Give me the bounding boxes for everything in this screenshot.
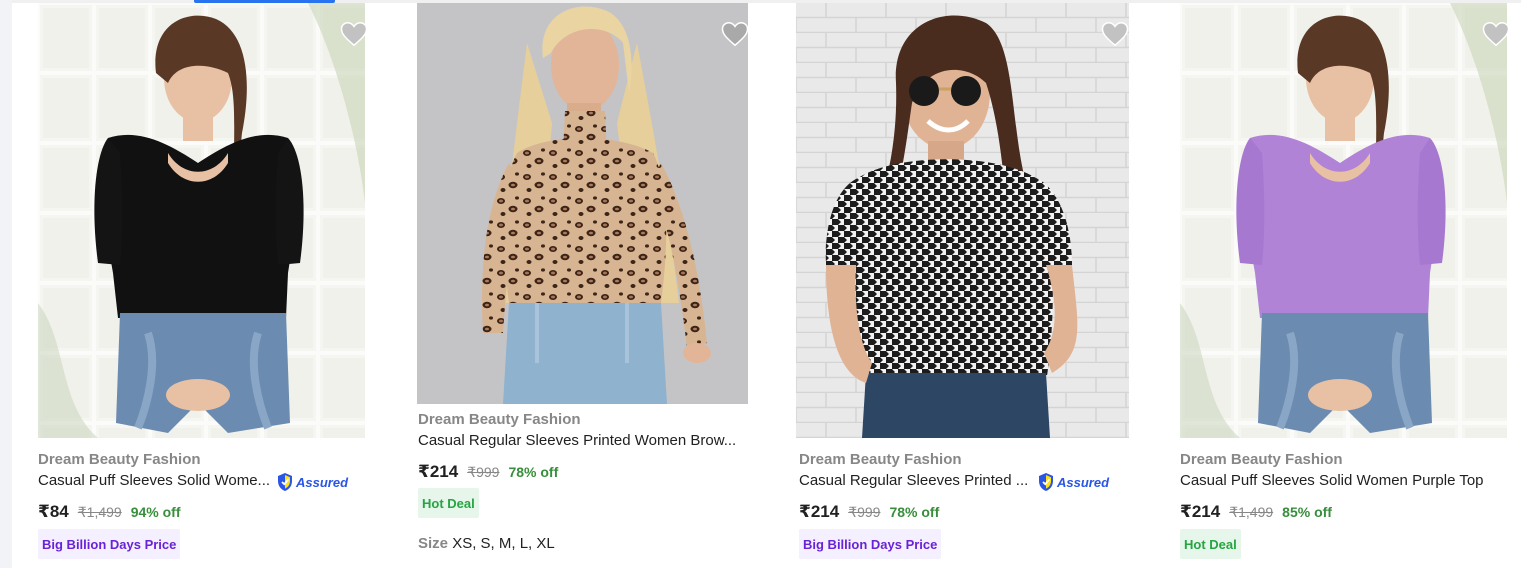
selling-price: ₹214 — [418, 462, 459, 481]
assured-badge: Assured — [1037, 472, 1109, 492]
product-image[interactable] — [38, 3, 365, 438]
product-image[interactable] — [1180, 3, 1507, 438]
discount-percent: 85% off — [1282, 504, 1332, 520]
available-sizes: Size XS, S, M, L, XL — [418, 535, 555, 552]
price-row: ₹214 ₹999 78% off — [418, 462, 558, 482]
original-price: ₹1,499 — [77, 504, 122, 520]
big-billion-days-badge: Big Billion Days Price — [799, 529, 942, 559]
price-row: ₹214 ₹1,499 85% off — [1180, 502, 1332, 522]
original-price: ₹999 — [467, 464, 500, 480]
product-title[interactable]: Casual Regular Sleeves Printed ... — [799, 472, 1035, 489]
discount-percent: 78% off — [508, 464, 559, 480]
wishlist-heart-icon[interactable] — [1481, 19, 1511, 49]
original-price: ₹1,499 — [1229, 504, 1274, 520]
selling-price: ₹214 — [1180, 502, 1221, 521]
assured-shield-icon — [276, 472, 294, 492]
assured-shield-icon — [1037, 472, 1055, 492]
product-image[interactable] — [417, 3, 748, 404]
product-brand: Dream Beauty Fashion — [418, 411, 581, 428]
big-billion-days-badge: Big Billion Days Price — [38, 529, 181, 559]
assured-label: Assured — [1057, 474, 1110, 490]
product-card[interactable]: Dream Beauty Fashion Casual Puff Sleeves… — [38, 3, 378, 568]
size-label: Size — [418, 535, 449, 552]
product-card[interactable]: Dream Beauty Fashion Casual Regular Slee… — [417, 3, 758, 568]
product-brand: Dream Beauty Fashion — [1180, 451, 1343, 468]
original-price: ₹999 — [848, 504, 881, 520]
assured-badge: Assured — [276, 472, 348, 492]
product-image[interactable] — [796, 3, 1129, 438]
product-title[interactable]: Casual Regular Sleeves Printed Women Bro… — [418, 432, 750, 449]
selling-price: ₹84 — [38, 502, 69, 521]
wishlist-heart-icon[interactable] — [339, 19, 369, 49]
price-row: ₹214 ₹999 78% off — [799, 502, 939, 522]
wishlist-heart-icon[interactable] — [1100, 19, 1130, 49]
hot-deal-badge: Hot Deal — [418, 488, 479, 518]
wishlist-heart-icon[interactable] — [720, 19, 750, 49]
page-left-gutter — [0, 0, 12, 568]
discount-percent: 78% off — [889, 504, 940, 520]
assured-label: Assured — [296, 474, 349, 490]
size-values: XS, S, M, L, XL — [452, 535, 555, 552]
product-title[interactable]: Casual Puff Sleeves Solid Wome... — [38, 472, 276, 489]
price-row: ₹84 ₹1,499 94% off — [38, 502, 181, 522]
product-card[interactable]: Dream Beauty Fashion Casual Puff Sleeves… — [1180, 3, 1520, 568]
product-brand: Dream Beauty Fashion — [38, 451, 201, 468]
product-title[interactable]: Casual Puff Sleeves Solid Women Purple T… — [1180, 472, 1510, 489]
product-card[interactable]: Dream Beauty Fashion Casual Regular Slee… — [796, 3, 1139, 568]
selling-price: ₹214 — [799, 502, 840, 521]
discount-percent: 94% off — [130, 504, 181, 520]
hot-deal-badge: Hot Deal — [1180, 529, 1241, 559]
product-brand: Dream Beauty Fashion — [799, 451, 962, 468]
